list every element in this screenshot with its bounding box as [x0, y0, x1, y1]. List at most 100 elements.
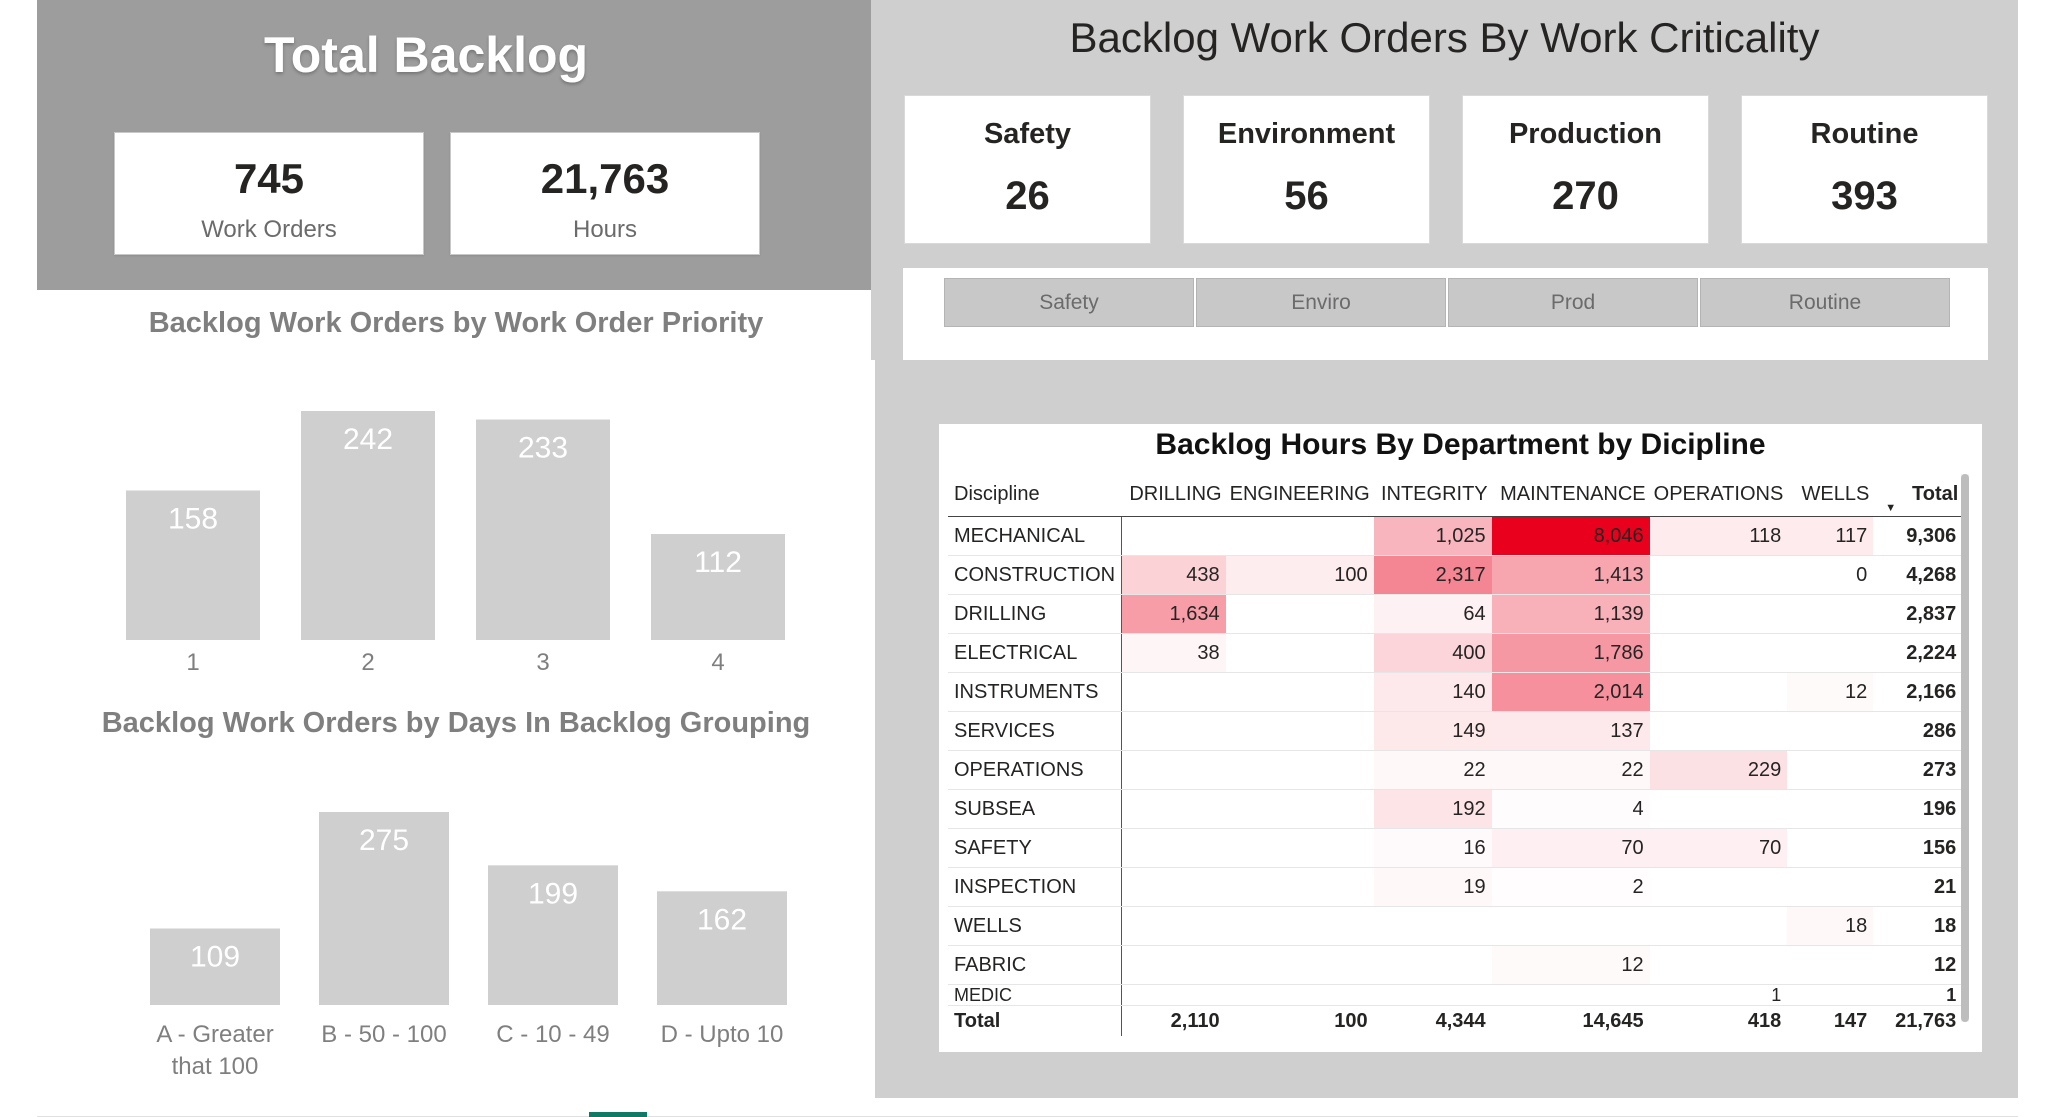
matrix-scrollbar-thumb[interactable] — [1961, 474, 1969, 1022]
table-cell — [1121, 867, 1226, 907]
environment-card-value: 56 — [1284, 174, 1329, 218]
page-tab-indicator[interactable] — [589, 1112, 647, 1117]
table-cell: 438 — [1121, 555, 1226, 595]
table-row[interactable]: DRILLING 1,634 64 1,139 2,837 — [948, 594, 1963, 634]
matrix-title: Backlog Hours By Department by Dicipline — [1155, 428, 1766, 461]
table-cell: 12 — [1491, 945, 1650, 985]
table-cell: 1,413 — [1491, 555, 1650, 595]
table-cell: 2 — [1491, 867, 1650, 907]
table-cell — [1225, 945, 1374, 985]
table-cell: 1,025 — [1373, 516, 1492, 556]
table-row[interactable]: MEDIC 1 1 — [948, 984, 1963, 1006]
hours-value: 21,763 — [540, 155, 670, 202]
table-row[interactable]: SUBSEA 192 4 196 — [948, 789, 1963, 829]
bar-data-label: 233 — [518, 432, 568, 465]
column-header[interactable]: Total ▼ — [1873, 472, 1963, 517]
routine-card-value: 393 — [1831, 174, 1898, 218]
row-header-discipline: FABRIC — [948, 945, 1123, 985]
production-card-value: 270 — [1552, 174, 1619, 218]
table-cell — [1225, 594, 1374, 634]
table-row[interactable]: SAFETY 16 70 70 156 — [948, 828, 1963, 868]
table-row[interactable]: CONSTRUCTION 438 100 2,317 1,413 0 4,268 — [948, 555, 1963, 595]
table-row[interactable]: INSTRUMENTS 140 2,014 12 2,166 — [948, 672, 1963, 712]
column-header[interactable]: ENGINEERING — [1225, 472, 1374, 517]
table-cell: 22 — [1491, 750, 1650, 790]
row-total-cell: 1 — [1873, 984, 1963, 1006]
bar-data-label: 242 — [343, 423, 393, 456]
row-header-discipline: OPERATIONS — [948, 750, 1123, 790]
x-tick-label: 2 — [361, 649, 374, 676]
table-cell — [1225, 750, 1374, 790]
row-header-discipline: SUBSEA — [948, 789, 1123, 829]
x-tick-label: C - 10 - 49 — [496, 1021, 609, 1048]
table-row[interactable]: INSPECTION 19 2 21 — [948, 867, 1963, 907]
table-cell — [1121, 516, 1226, 556]
table-row[interactable]: SERVICES 149 137 286 — [948, 711, 1963, 751]
table-cell: 1,139 — [1491, 594, 1650, 634]
table-cell — [1121, 750, 1226, 790]
table-cell: 16 — [1373, 828, 1492, 868]
routine-card[interactable]: Routine 393 — [1741, 95, 1988, 244]
filter-button-routine[interactable]: Routine — [1700, 278, 1950, 327]
table-cell: 229 — [1649, 750, 1788, 790]
work-orders-card[interactable]: 745 Work Orders — [114, 132, 424, 255]
x-tick-label: B - 50 - 100 — [321, 1021, 446, 1048]
environment-card[interactable]: Environment 56 — [1183, 95, 1430, 244]
column-header[interactable]: DRILLING — [1121, 472, 1226, 517]
table-cell: 100 — [1225, 555, 1374, 595]
safety-card[interactable]: Safety 26 — [904, 95, 1151, 244]
table-row[interactable]: MECHANICAL 1,025 8,046 118 117 9,306 — [948, 516, 1963, 556]
column-header[interactable]: WELLS — [1787, 472, 1874, 517]
table-cell — [1121, 828, 1226, 868]
table-row[interactable]: ELECTRICAL 38 400 1,786 2,224 — [948, 633, 1963, 673]
table-cell: 22 — [1373, 750, 1492, 790]
table-row[interactable]: OPERATIONS 22 22 229 273 — [948, 750, 1963, 790]
table-row[interactable]: FABRIC 12 12 — [948, 945, 1963, 985]
column-header[interactable]: Discipline — [948, 472, 1122, 517]
work-orders-label: Work Orders — [201, 216, 337, 243]
work-orders-value: 745 — [233, 155, 305, 202]
x-tick-label: 4 — [711, 649, 724, 676]
filter-button-enviro[interactable]: Enviro — [1196, 278, 1446, 327]
days-chart-title: Backlog Work Orders by Days In Backlog G… — [101, 707, 811, 739]
hours-card[interactable]: 21,763 Hours — [450, 132, 760, 255]
table-cell: 4 — [1491, 789, 1650, 829]
table-cell — [1649, 945, 1788, 985]
totals-row: Total 2,110 100 4,344 14,645 418 147 21,763 — [948, 1005, 1962, 1036]
table-cell: 0 — [1787, 555, 1874, 595]
row-total-cell: 273 — [1873, 750, 1963, 790]
routine-card-label: Routine — [1810, 118, 1919, 150]
table-cell — [1225, 516, 1374, 556]
table-cell — [1225, 984, 1374, 1006]
x-tick-label: A - Greater — [156, 1021, 273, 1048]
table-cell: 140 — [1373, 672, 1492, 712]
table-cell — [1649, 633, 1788, 673]
row-header-discipline: MEDIC — [948, 984, 1123, 1006]
table-row[interactable]: WELLS 18 18 — [948, 906, 1963, 946]
column-header[interactable]: OPERATIONS — [1649, 472, 1788, 517]
table-cell — [1787, 594, 1874, 634]
table-cell — [1787, 789, 1874, 829]
column-header[interactable]: INTEGRITY — [1373, 472, 1492, 517]
column-header[interactable]: MAINTENANCE — [1491, 472, 1650, 517]
table-cell — [1787, 828, 1874, 868]
x-tick-label: that 100 — [172, 1053, 259, 1080]
table-cell — [1225, 672, 1374, 712]
total-backlog-title: Total Backlog — [263, 27, 589, 83]
filter-button-prod[interactable]: Prod — [1448, 278, 1698, 327]
row-total-cell: 21 — [1873, 867, 1963, 907]
table-cell — [1787, 750, 1874, 790]
table-cell — [1225, 789, 1374, 829]
bar-data-label: 199 — [528, 877, 578, 910]
table-cell — [1787, 984, 1874, 1006]
production-card[interactable]: Production 270 — [1462, 95, 1709, 244]
table-cell — [1225, 711, 1374, 751]
environment-card-label: Environment — [1217, 118, 1396, 150]
hours-label: Hours — [572, 216, 638, 243]
row-total-cell: 4,268 — [1873, 555, 1963, 595]
table-cell — [1121, 906, 1226, 946]
x-tick-label: D - Upto 10 — [661, 1021, 784, 1048]
filter-button-safety[interactable]: Safety — [944, 278, 1194, 327]
table-cell: 2,014 — [1491, 672, 1650, 712]
table-cell: 1 — [1649, 984, 1788, 1006]
